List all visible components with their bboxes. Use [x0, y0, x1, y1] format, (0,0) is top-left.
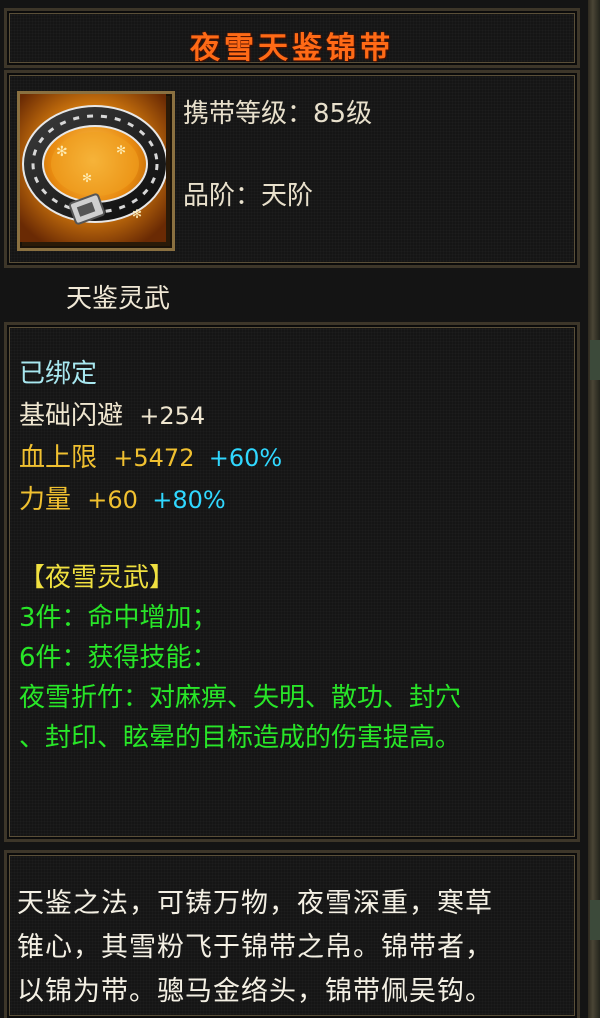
- stat-label: 力量: [19, 485, 72, 515]
- set-name: 【夜雪灵武】: [19, 563, 176, 593]
- carry-level-value: 85级: [313, 99, 373, 129]
- stat-percent: +60%: [208, 444, 283, 472]
- stat-strength: 力量 +60 +80%: [19, 479, 226, 516]
- stat-percent: +80%: [152, 486, 226, 514]
- grade-value: 天阶: [261, 181, 314, 211]
- stat-label: 基础闪避: [19, 401, 124, 431]
- stat-value: +254: [139, 402, 206, 430]
- set-skill-line-2: 、封印、眩晕的目标造成的伤害提高。: [19, 723, 462, 753]
- description-line-1: 天鉴之法，可铸万物，夜雪深重，寒草: [17, 888, 493, 919]
- title-panel: 夜雪天鉴锦带: [4, 8, 580, 68]
- set-skill-line-1: 夜雪折竹：对麻痹、失明、散功、封穴: [19, 683, 462, 713]
- svg-text:✻: ✻: [132, 207, 142, 221]
- item-tooltip: 夜雪天鉴锦带 ✻ ✻ ✻ ✻ 携带等级：85级 品阶：天阶 天鉴灵武 已绑定 基…: [0, 0, 591, 1018]
- grade-label: 品阶：: [183, 181, 262, 211]
- stats-panel: 已绑定 基础闪避 +254 血上限 +5472 +60% 力量 +60 +80%…: [4, 322, 580, 842]
- description-panel: 天鉴之法，可铸万物，夜雪深重，寒草 锥心，其雪粉飞于锦带之帛。锦带者， 以锦为带…: [4, 850, 580, 1018]
- stat-value: +5472: [113, 444, 195, 472]
- svg-text:✻: ✻: [82, 171, 92, 185]
- carry-level-label: 携带等级：: [183, 99, 314, 129]
- set-bonus-3: 3件：命中增加；: [19, 603, 218, 633]
- stat-hp: 血上限 +5472 +60%: [19, 437, 282, 474]
- item-name: 夜雪天鉴锦带: [190, 31, 394, 66]
- item-grade: 品阶：天阶: [183, 175, 313, 212]
- description-line-2: 锥心，其雪粉飞于锦带之帛。锦带者，: [17, 932, 493, 963]
- item-series: 天鉴灵武: [66, 284, 171, 314]
- svg-text:✻: ✻: [116, 143, 126, 157]
- description-line-3: 以锦为带。骢马金络头，锦带佩吴钩。: [17, 976, 493, 1007]
- svg-text:✻: ✻: [56, 144, 68, 160]
- stat-value: +60: [87, 486, 138, 514]
- belt-icon[interactable]: ✻ ✻ ✻ ✻: [17, 91, 175, 251]
- stat-base-dodge: 基础闪避 +254: [19, 395, 205, 432]
- bound-status: 已绑定: [19, 359, 98, 389]
- set-bonus-6: 6件：获得技能：: [19, 643, 218, 673]
- item-header-panel: ✻ ✻ ✻ ✻ 携带等级：85级 品阶：天阶: [4, 70, 580, 268]
- carry-level: 携带等级：85级: [183, 93, 372, 130]
- background-window-edge: [588, 0, 600, 1018]
- stat-label: 血上限: [19, 443, 98, 473]
